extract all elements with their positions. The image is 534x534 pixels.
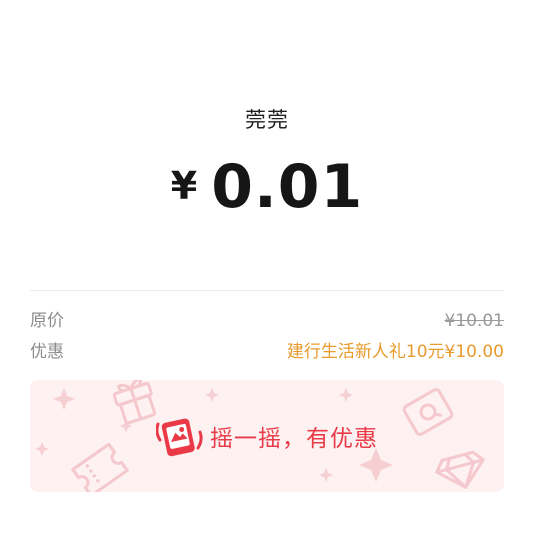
amount-value: 0.01 [211,152,364,222]
merchant-name: 莞莞 [245,108,289,132]
discount-label: 优惠 [30,342,64,362]
discount-row: 优惠 建行生活新人礼10元¥10.00 [30,340,504,364]
original-price-label: 原价 [30,311,64,331]
discount-value: 建行生活新人礼10元¥10.00 [286,342,504,362]
shake-label: 摇一摇，有优惠 [210,426,378,452]
shake-content[interactable]: 摇一摇，有优惠 [30,380,504,492]
shake-for-discount-banner[interactable]: 摇一摇，有优惠 [30,380,504,492]
shake-phone-icon [156,418,203,457]
original-price-value: ¥10.01 [444,311,504,331]
divider [30,290,504,291]
payment-amount: ¥0.01 [0,152,534,222]
currency-symbol: ¥ [170,164,198,208]
original-price-row: 原价 ¥10.01 [30,309,504,333]
